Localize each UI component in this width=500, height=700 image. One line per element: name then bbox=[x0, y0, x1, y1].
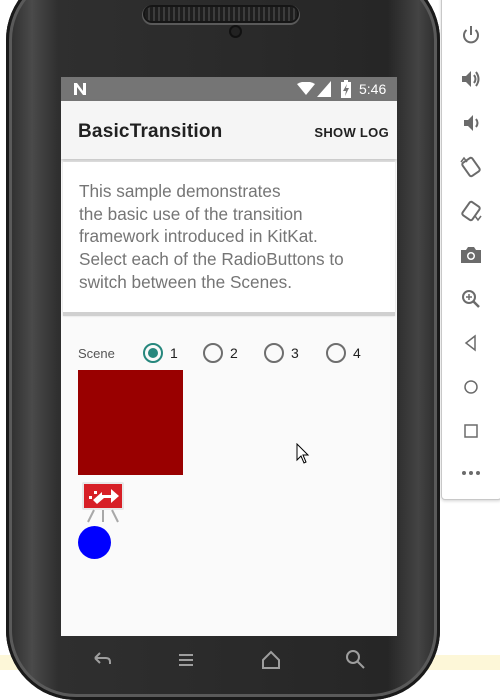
nav-menu-icon[interactable] bbox=[175, 648, 197, 670]
camera-icon bbox=[461, 247, 481, 263]
rotate-right-icon bbox=[461, 200, 482, 222]
radio-dot bbox=[148, 348, 158, 358]
notification-n-icon bbox=[74, 83, 86, 95]
description-line: switch between the Scenes. bbox=[79, 271, 293, 292]
description-line: framework introduced in KitKat. bbox=[79, 226, 318, 247]
more-icon bbox=[462, 471, 480, 475]
description-card: This sample demonstrates the basic use o… bbox=[63, 162, 395, 316]
description-line: the basic use of the transition bbox=[79, 203, 303, 224]
arrow-sign-icon bbox=[82, 482, 124, 523]
nav-back-icon[interactable] bbox=[91, 648, 113, 670]
volume-up-button[interactable] bbox=[458, 66, 484, 92]
home-icon bbox=[464, 380, 478, 394]
status-bar: 5:46 bbox=[61, 77, 397, 101]
mouse-cursor-icon bbox=[296, 443, 310, 464]
overview-button[interactable] bbox=[458, 418, 484, 444]
radio-label: 4 bbox=[353, 345, 361, 361]
scene-selector: Scene 1 2 3 4 bbox=[61, 339, 397, 367]
radio-label: 2 bbox=[230, 345, 238, 361]
radio-ring bbox=[203, 343, 223, 363]
radio-ring bbox=[264, 343, 284, 363]
signal-icon bbox=[317, 81, 331, 97]
front-camera bbox=[231, 27, 240, 36]
show-log-button[interactable]: SHOW LOG bbox=[314, 123, 389, 142]
wifi-icon bbox=[297, 82, 315, 95]
overview-icon bbox=[464, 424, 478, 438]
power-icon bbox=[463, 26, 479, 44]
nav-search-icon[interactable] bbox=[344, 648, 366, 670]
navigation-bar bbox=[61, 640, 397, 670]
rotate-left-icon bbox=[460, 156, 481, 178]
earpiece-speaker bbox=[145, 7, 297, 21]
description-line: This sample demonstrates bbox=[79, 181, 281, 201]
scene-blue-circle bbox=[78, 526, 111, 559]
rotate-left-button[interactable] bbox=[458, 154, 484, 180]
app-title: BasicTransition bbox=[78, 121, 223, 142]
status-time: 5:46 bbox=[359, 81, 387, 97]
radio-label: 3 bbox=[291, 345, 299, 361]
scene-red-square bbox=[78, 370, 183, 475]
device-screen: 5:46 BasicTransition SHOW LOG This sampl… bbox=[61, 77, 397, 636]
rotate-right-button[interactable] bbox=[458, 198, 484, 224]
back-button[interactable] bbox=[458, 330, 484, 356]
volume-up-icon bbox=[462, 71, 480, 87]
description-line: Select each of the RadioButtons to bbox=[79, 249, 344, 270]
zoom-icon bbox=[462, 290, 480, 308]
home-button[interactable] bbox=[458, 374, 484, 400]
emulator-toolbar bbox=[441, 0, 500, 500]
battery-charging-icon bbox=[341, 80, 351, 98]
power-button[interactable] bbox=[458, 22, 484, 48]
radio-ring bbox=[326, 343, 346, 363]
zoom-button[interactable] bbox=[458, 286, 484, 312]
back-icon bbox=[464, 334, 476, 352]
nav-home-icon[interactable] bbox=[260, 648, 282, 670]
description-text: This sample demonstrates the basic use o… bbox=[79, 180, 384, 294]
volume-down-icon bbox=[464, 115, 479, 131]
more-button[interactable] bbox=[458, 460, 484, 486]
volume-down-button[interactable] bbox=[458, 110, 484, 136]
radio-label: 1 bbox=[170, 345, 178, 361]
scene-label: Scene bbox=[78, 346, 115, 361]
app-bar: BasicTransition SHOW LOG bbox=[61, 101, 397, 159]
screenshot-button[interactable] bbox=[458, 242, 484, 268]
